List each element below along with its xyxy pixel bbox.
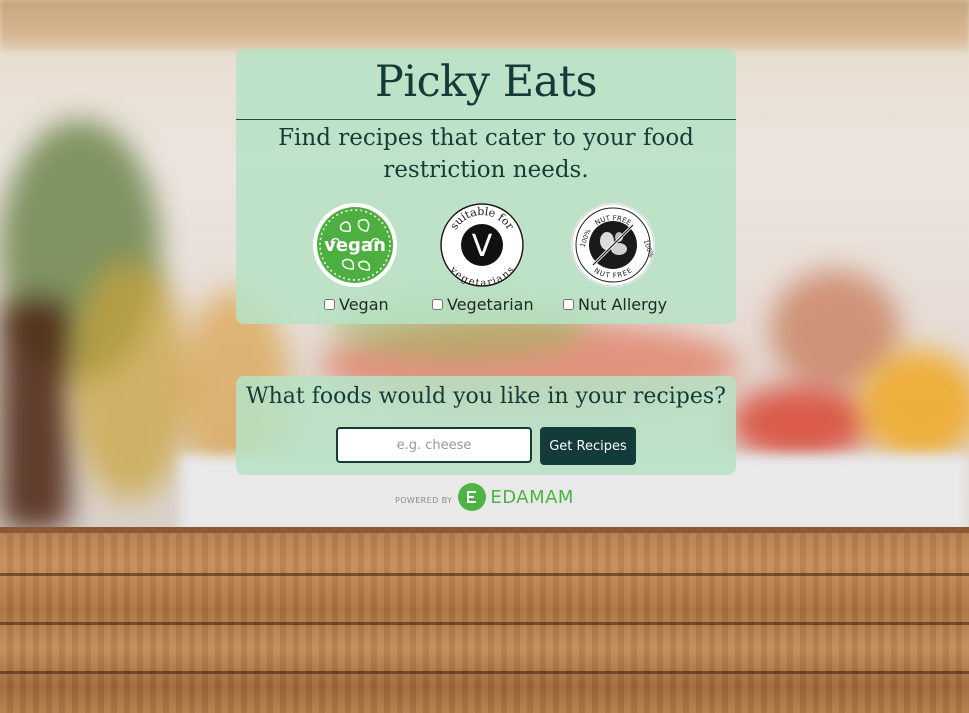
title-divider	[236, 119, 736, 120]
vegan-badge-icon: vegan	[313, 203, 397, 287]
vegetarian-checkbox[interactable]	[432, 299, 443, 310]
nut-allergy-checkbox[interactable]	[563, 299, 574, 310]
vegetarian-mark: V	[472, 229, 493, 264]
nut-allergy-option[interactable]: Nut Allergy	[563, 295, 667, 314]
vegetarian-badge-icon: suitable for vegetarians V	[440, 203, 524, 289]
nut-allergy-label: Nut Allergy	[578, 295, 668, 314]
tomato-blob	[730, 385, 870, 460]
tagline: Find recipes that cater to your food res…	[278, 125, 694, 183]
vegetarian-option[interactable]: Vegetarian	[432, 295, 534, 314]
table-edge	[0, 527, 969, 533]
pepper-blob	[860, 350, 969, 460]
search-panel: What foods would you like in your recipe…	[236, 376, 736, 475]
vegan-badge-text: vegan	[324, 235, 386, 256]
get-recipes-button[interactable]: Get Recipes	[540, 427, 636, 465]
nut-free-badge-icon: NUT FREE NUT FREE 100% 100%	[571, 203, 656, 287]
cabinet	[0, 0, 969, 52]
vegan-option[interactable]: Vegan	[324, 295, 389, 314]
page-title: Picky Eats	[374, 57, 598, 107]
food-search-input[interactable]	[336, 427, 532, 463]
edamam-logo-icon	[458, 483, 487, 511]
intro-panel: Picky Eats Find recipes that cater to yo…	[236, 49, 736, 324]
powered-by-edamam[interactable]: POWERED BY EDAMAM	[395, 481, 574, 513]
edamam-brand: EDAMAM	[490, 486, 574, 508]
wooden-table	[0, 527, 969, 713]
bottle-blob	[0, 300, 70, 530]
search-question: What foods would you like in your recipe…	[246, 384, 726, 409]
vegan-checkbox[interactable]	[324, 299, 335, 310]
vegetarian-label: Vegetarian	[447, 295, 534, 314]
vegan-label: Vegan	[339, 295, 389, 314]
powered-by-label: POWERED BY	[395, 495, 453, 505]
jar-blob	[70, 260, 190, 500]
